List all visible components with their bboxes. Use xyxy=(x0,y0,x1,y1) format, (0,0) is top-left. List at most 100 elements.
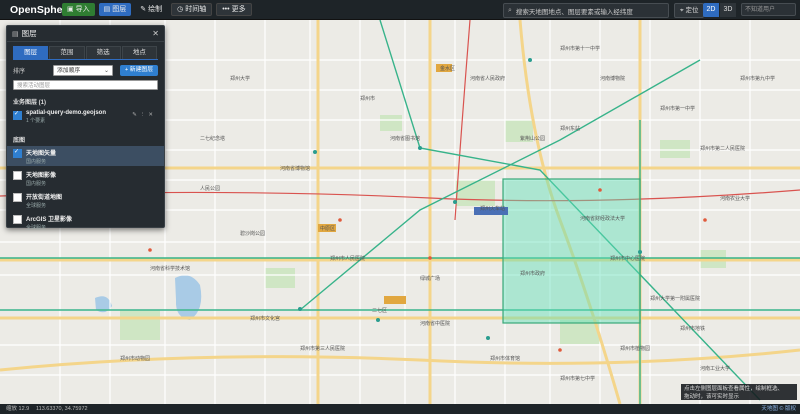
map-label: 郑州市文化宫 xyxy=(250,315,280,322)
status-bar: 缩放 12.9 113.63370, 34.75972 天地图 © 版权 xyxy=(0,404,800,414)
map-label: 河南省博物馆 xyxy=(280,165,310,172)
zoom-readout: 缩放 12.9 xyxy=(6,406,30,412)
map-label: 郑州市第三人民医院 xyxy=(300,345,345,352)
layer-checkbox[interactable] xyxy=(13,193,22,202)
layer-sub: 1 个要素 xyxy=(26,118,46,124)
map-label: 河南工业大学 xyxy=(700,365,730,372)
map-label: 河南省科学技术馆 xyxy=(150,265,190,272)
layer-name: 开放街道地图 xyxy=(26,195,63,201)
map-label: 郑州市第九中学 xyxy=(740,75,775,82)
search-input[interactable]: ⌕ 搜索天地图地点、图层要素或输入经纬度 xyxy=(503,3,669,18)
coordinate-readout: 113.63370, 34.75972 xyxy=(36,406,88,412)
hint-line-1: 点击左侧图层面板查看属性，绘制框选、 xyxy=(684,386,784,392)
map-label: 河南农业大学 xyxy=(720,195,750,202)
locate-label: 定位 xyxy=(685,7,699,14)
map-label: 人民公园 xyxy=(200,186,220,192)
map-hint: 点击左侧图层面板查看属性，绘制框选、 拖动时，该可实时显示 xyxy=(681,384,797,400)
map-label: 紫荆山公园 xyxy=(520,135,545,142)
layer-name: ArcGIS 卫星影像 xyxy=(26,217,73,223)
map-label: 河南省人民政府 xyxy=(470,75,505,82)
ellipsis-icon: ••• xyxy=(222,6,230,13)
layer-actions-icon[interactable]: ✎⋮✕ xyxy=(132,112,156,118)
map-label: 郑州市中心医院 xyxy=(610,255,645,262)
user-field[interactable]: 不知道用户 xyxy=(741,3,796,16)
layer-sub: 全球服务 xyxy=(26,225,47,231)
layer-checkbox[interactable] xyxy=(13,171,22,180)
layer-item[interactable]: 天地图矢量国内服务 xyxy=(7,146,164,166)
layers-panel: ▤ 图层 ✕ 图层 范围 筛选 地点 排序 添加顺序 ⌄ + 新建图层 搜索活动图… xyxy=(6,25,165,231)
layer-checkbox[interactable] xyxy=(13,110,22,120)
map-label: 二七纪念塔 xyxy=(200,135,225,142)
layer-item[interactable]: 天地图影像 国内服务 xyxy=(7,168,164,188)
panel-tabs: 图层 范围 筛选 地点 xyxy=(13,46,158,60)
locate-button[interactable]: ⌖ 定位 xyxy=(674,3,705,18)
map-label: 郑州大学第一附属医院 xyxy=(650,295,700,302)
view-2d-button[interactable]: 2D xyxy=(703,3,719,17)
layer-sub: 国内服务 xyxy=(26,181,47,187)
map-label: 郑州市地铁 xyxy=(680,325,705,332)
import-icon: ▣ xyxy=(67,6,74,13)
tab-layers[interactable]: 图层 xyxy=(13,46,49,59)
draw-button[interactable]: ✎ 绘制 xyxy=(135,3,167,16)
view-3d-button[interactable]: 3D xyxy=(720,3,736,17)
new-layer-button[interactable]: + 新建图层 xyxy=(119,64,158,76)
map-credit-link[interactable]: 天地图 © 版权 xyxy=(761,404,796,414)
map-label: 中原区 xyxy=(320,225,335,232)
hint-line-2: 拖动时，该可实时显示 xyxy=(684,394,740,400)
layer-item[interactable]: spatial-query-demo.geojson 1 个要素 ✎⋮✕ xyxy=(7,108,164,128)
layers-button[interactable]: ▤ 图层 xyxy=(98,3,132,16)
sort-row: 排序 添加顺序 ⌄ + 新建图层 xyxy=(13,64,158,76)
pencil-icon: ✎ xyxy=(140,6,147,13)
group-business: 业务图层 (1) xyxy=(13,100,47,106)
import-button[interactable]: ▣ 导入 xyxy=(62,3,95,16)
layers-icon: ▤ xyxy=(103,6,111,13)
layers-panel-icon: ▤ xyxy=(12,30,19,38)
map-label: 郑州市第十一中学 xyxy=(560,45,600,52)
clock-icon: ◷ xyxy=(177,6,184,13)
layer-sub: 国内服务 xyxy=(26,159,47,165)
map-label: 郑州大学 xyxy=(230,75,250,82)
search-icon: ⌕ xyxy=(508,6,512,14)
map-label: 二七区 xyxy=(372,307,387,314)
layer-sub: 全球服务 xyxy=(26,203,47,209)
layer-item[interactable]: ArcGIS 卫星影像 全球服务 xyxy=(7,212,164,232)
spatial-query-extent[interactable] xyxy=(502,178,641,324)
tab-filter[interactable]: 筛选 xyxy=(85,46,121,59)
sort-select[interactable]: 添加顺序 ⌄ xyxy=(53,64,113,76)
map-label: 金水区 xyxy=(440,65,455,72)
panel-header: ▤ 图层 ✕ xyxy=(7,26,164,42)
map-label: 碧沙岗公园 xyxy=(240,230,265,237)
map-label: 河南省财经政法大学 xyxy=(580,215,625,222)
layer-name: 天地图矢量 xyxy=(26,151,57,157)
layer-item[interactable]: 开放街道地图 全球服务 xyxy=(7,190,164,210)
map-label: 河南省图书馆 xyxy=(390,135,420,142)
panel-title: 图层 xyxy=(21,29,37,38)
timeline-label: 时间轴 xyxy=(185,6,207,13)
layer-checkbox[interactable] xyxy=(13,148,22,158)
search-placeholder: 搜索天地图地点、图层要素或输入经纬度 xyxy=(515,8,633,16)
import-label: 导入 xyxy=(75,6,90,13)
map-label: 郑州市 xyxy=(360,95,375,102)
timeline-button[interactable]: ◷ 时间轴 xyxy=(171,3,213,16)
group-basemap: 底图 xyxy=(13,138,26,144)
map-label: 郑州市第七中学 xyxy=(560,375,595,382)
map-label: 郑州市第二人民医院 xyxy=(700,145,745,152)
tab-places[interactable]: 地点 xyxy=(121,46,157,59)
map-label: 绿城广场 xyxy=(420,275,440,282)
draw-label: 绘制 xyxy=(148,6,163,13)
map-label: 郑州市动物园 xyxy=(120,355,150,362)
map-label: 郑州市第一中学 xyxy=(660,105,695,112)
tab-extent[interactable]: 范围 xyxy=(49,46,85,59)
sort-label: 排序 xyxy=(13,68,26,75)
more-label: 更多 xyxy=(231,6,246,13)
map-label: 郑州市植物园 xyxy=(620,345,650,352)
layers-label: 图层 xyxy=(112,6,127,13)
chevron-down-icon: ⌄ xyxy=(103,67,109,74)
close-icon[interactable]: ✕ xyxy=(152,29,159,38)
map-label: 郑州市人民医院 xyxy=(330,255,365,262)
layer-name: spatial-query-demo.geojson xyxy=(26,110,107,116)
more-button[interactable]: ••• 更多 xyxy=(216,3,252,16)
app-title: OpenSphere xyxy=(10,3,73,16)
layer-checkbox[interactable] xyxy=(13,215,22,224)
layer-filter-input[interactable]: 搜索活动图层 xyxy=(13,80,158,90)
